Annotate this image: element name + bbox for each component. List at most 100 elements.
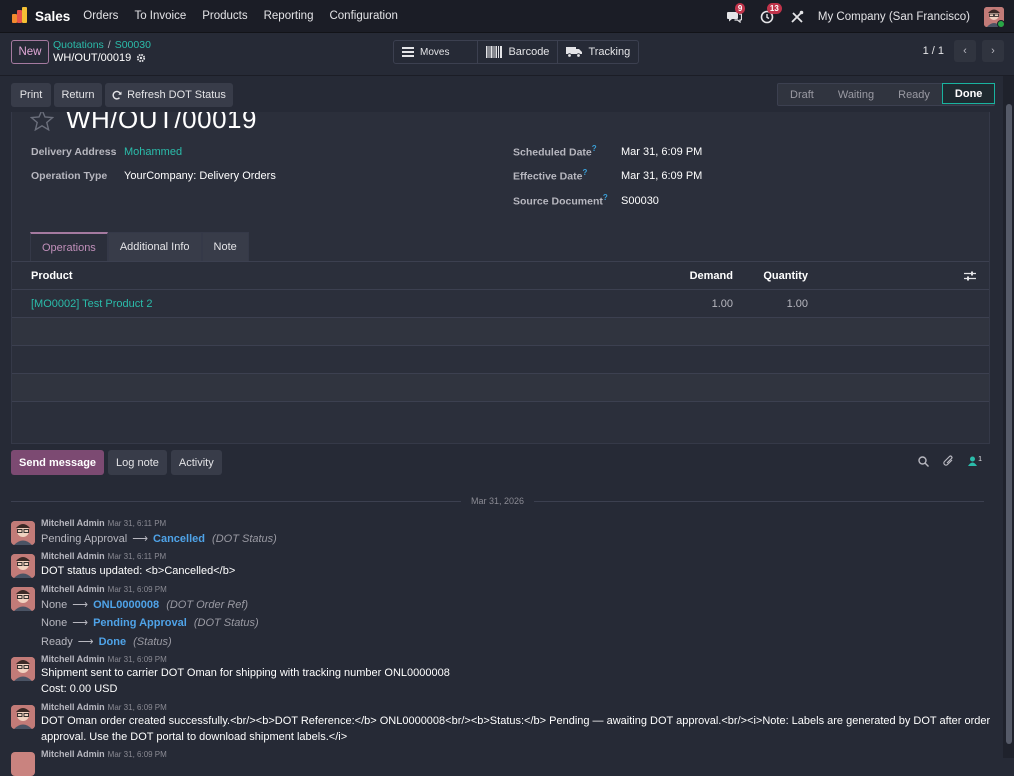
activities-button[interactable]: 13 <box>758 2 782 26</box>
author-avatar[interactable] <box>11 554 35 578</box>
activity-button[interactable]: Activity <box>170 450 222 475</box>
tab-operations[interactable]: Operations <box>30 232 108 261</box>
messages-button[interactable]: 9 <box>726 2 746 26</box>
table-row[interactable]: [MO0002] Test Product 2 1.00 1.00 <box>12 290 989 318</box>
arrow-right-icon: ⟶ <box>72 617 89 629</box>
menu-to-invoice[interactable]: To Invoice <box>134 10 186 22</box>
row-product[interactable]: [MO0002] Test Product 2 <box>31 298 152 310</box>
tracking-old-value: Pending Approval <box>41 533 128 545</box>
source-document-label-text: Source Document <box>513 195 603 208</box>
title-row: WH/OUT/00019 <box>30 112 257 135</box>
user-avatar[interactable] <box>984 6 1004 27</box>
followers-count: 1 <box>978 456 982 463</box>
operation-type-label: Operation Type <box>31 170 108 182</box>
message-author[interactable]: Mitchell Admin <box>41 518 105 528</box>
scheduled-date-value[interactable]: Mar 31, 6:09 PM <box>621 146 702 158</box>
search-icon[interactable] <box>918 455 930 467</box>
new-button[interactable]: New <box>11 40 49 64</box>
column-product[interactable]: Product <box>31 270 73 282</box>
message-body-line-2: approval. Use the DOT portal to download… <box>41 731 348 743</box>
author-avatar[interactable] <box>11 587 35 611</box>
chatter-topbar-icons: 1 <box>918 455 982 467</box>
menu-products[interactable]: Products <box>202 10 247 22</box>
pager-next-button[interactable]: › <box>982 40 1004 62</box>
message-author[interactable]: Mitchell Admin <box>41 654 105 664</box>
tab-additional-info[interactable]: Additional Info <box>107 232 202 261</box>
moves-button[interactable]: Moves <box>394 41 479 63</box>
star-icon[interactable] <box>30 112 54 131</box>
tab-note[interactable]: Note <box>201 232 249 261</box>
refresh-dot-status-button[interactable]: Refresh DOT Status <box>105 83 233 107</box>
tracking-old-value: Ready <box>41 636 73 648</box>
author-avatar[interactable] <box>11 705 35 729</box>
help-mark[interactable]: ? <box>582 168 587 177</box>
message-author[interactable]: Mitchell Admin <box>41 702 105 712</box>
scrollbar-thumb[interactable] <box>1006 104 1012 744</box>
record-title: WH/OUT/00019 <box>66 112 257 134</box>
row-quantity[interactable]: 1.00 <box>787 298 808 310</box>
column-demand[interactable]: Demand <box>690 270 733 282</box>
message-author[interactable]: Mitchell Admin <box>41 584 105 594</box>
notebook-tabs: Operations Additional Info Note <box>30 232 249 261</box>
paperclip-icon[interactable] <box>943 455 954 467</box>
optional-columns-icon[interactable] <box>964 271 976 281</box>
stage-ready[interactable]: Ready <box>886 84 942 105</box>
tracking-line: Ready ⟶ Done (Status) <box>41 635 172 648</box>
breadcrumb-quotations[interactable]: Quotations <box>53 39 104 51</box>
smart-buttons: Moves Barcode Tracking <box>393 40 640 64</box>
tracking-line: Pending Approval ⟶ Cancelled (DOT Status) <box>41 532 277 545</box>
separator-line <box>534 500 985 502</box>
return-button[interactable]: Return <box>54 83 102 107</box>
print-button[interactable]: Print <box>11 83 51 107</box>
menu-configuration[interactable]: Configuration <box>329 10 397 22</box>
menu-reporting[interactable]: Reporting <box>264 10 314 22</box>
delivery-address-value[interactable]: Mohammed <box>124 146 182 158</box>
date-separator-label: Mar 31, 2026 <box>470 496 525 506</box>
tools-icon[interactable] <box>790 10 804 24</box>
author-avatar-icon <box>11 705 35 729</box>
column-quantity[interactable]: Quantity <box>763 270 808 282</box>
tracking-button[interactable]: Tracking <box>558 41 638 63</box>
tracking-line: None ⟶ ONL0000008 (DOT Order Ref) <box>41 598 248 611</box>
help-mark[interactable]: ? <box>592 144 597 153</box>
pager-previous-button[interactable]: ‹ <box>954 40 976 62</box>
pager-value[interactable]: 1 / 1 <box>923 45 944 57</box>
message-time: Mar 31, 6:09 PM <box>107 703 167 712</box>
arrow-right-icon: ⟶ <box>72 599 89 611</box>
author-avatar[interactable] <box>11 752 35 776</box>
help-mark[interactable]: ? <box>603 193 608 202</box>
gear-icon[interactable] <box>136 53 146 63</box>
author-avatar[interactable] <box>11 657 35 681</box>
stage-done[interactable]: Done <box>941 83 996 104</box>
pager: 1 / 1 ‹ › <box>923 40 1004 62</box>
separator-line <box>11 500 461 502</box>
arrow-right-icon: ⟶ <box>77 636 94 648</box>
barcode-button[interactable]: Barcode <box>478 41 559 63</box>
app-name[interactable]: Sales <box>35 9 70 24</box>
page-scrollbar[interactable] <box>1003 76 1014 758</box>
author-avatar[interactable] <box>11 521 35 545</box>
truck-icon <box>566 47 583 58</box>
log-note-button[interactable]: Log note <box>108 450 167 475</box>
author-avatar-icon <box>11 554 35 578</box>
message-body: DOT Oman order created successfully.<br/… <box>41 715 991 727</box>
message-time: Mar 31, 6:11 PM <box>107 552 167 561</box>
message-time: Mar 31, 6:09 PM <box>107 655 167 664</box>
company-switcher[interactable]: My Company (San Francisco) <box>818 11 970 23</box>
arrow-right-icon: ⟶ <box>132 533 149 545</box>
message-author[interactable]: Mitchell Admin <box>41 551 105 561</box>
stage-waiting[interactable]: Waiting <box>826 84 886 105</box>
table-header: Product Demand Quantity <box>12 261 989 290</box>
operation-type-value[interactable]: YourCompany: Delivery Orders <box>124 170 276 182</box>
stage-draft[interactable]: Draft <box>778 84 826 105</box>
source-document-value[interactable]: S00030 <box>621 195 659 207</box>
followers-button[interactable]: 1 <box>968 456 982 466</box>
tracking-new-value: Done <box>98 636 127 648</box>
menu-orders[interactable]: Orders <box>83 10 118 22</box>
sales-app-icon[interactable] <box>11 7 29 25</box>
message-header: Mitchell Admin Mar 31, 6:09 PM <box>41 702 167 712</box>
breadcrumb-s00030[interactable]: S00030 <box>115 39 151 51</box>
delivery-address-label: Delivery Address <box>31 146 117 158</box>
send-message-button[interactable]: Send message <box>11 450 105 475</box>
date-separator: Mar 31, 2026 <box>11 496 985 506</box>
